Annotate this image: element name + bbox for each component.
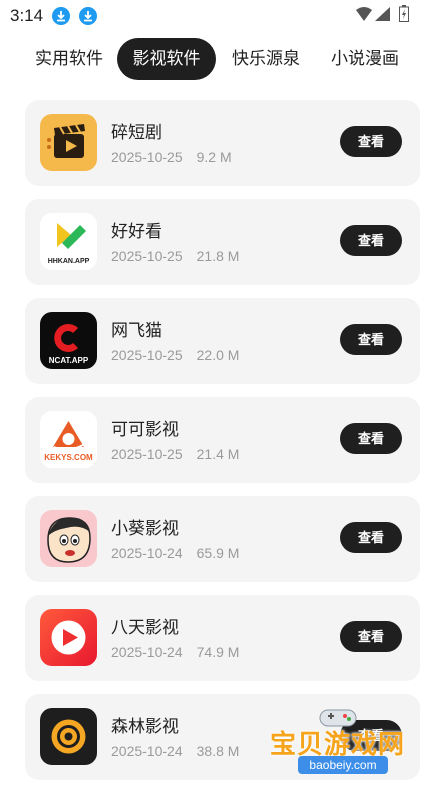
app-size: 21.4 M (196, 446, 240, 462)
download-icon (79, 7, 97, 25)
app-card[interactable]: NCAT.APP 网飞猫 2025-10-25 22.0 M 查看 (25, 298, 420, 384)
app-card[interactable]: HHKAN.APP 好好看 2025-10-25 21.8 M 查看 (25, 199, 420, 285)
app-meta: 2025-10-25 9.2 M (111, 149, 232, 165)
app-card[interactable]: 小葵影视 2025-10-24 65.9 M 查看 (25, 496, 420, 582)
clapperboard-play-icon (40, 114, 97, 171)
app-name: 碎短剧 (111, 123, 162, 142)
watermark-url: baobeiy.com (298, 756, 388, 774)
app-name: 可可影视 (111, 420, 179, 439)
hhkan-logo-icon: HHKAN.APP (40, 213, 97, 270)
wifi-icon (356, 7, 372, 21)
icon-text: NCAT.APP (49, 356, 89, 365)
tab-video-software[interactable]: 影视软件 (117, 38, 216, 80)
category-tabs: 实用软件 影视软件 快乐源泉 小说漫画 (0, 38, 445, 82)
app-size: 22.0 M (196, 347, 240, 363)
tab-novel-comics[interactable]: 小说漫画 (322, 38, 408, 80)
app-meta: 2025-10-24 65.9 M (111, 545, 239, 561)
view-button[interactable]: 查看 (340, 522, 402, 553)
app-size: 9.2 M (196, 149, 232, 165)
app-meta: 2025-10-24 38.8 M (111, 743, 239, 759)
view-button[interactable]: 查看 (340, 225, 402, 256)
site-watermark: 宝贝游戏网 baobeiy.com (270, 706, 415, 786)
app-date: 2025-10-25 (111, 248, 183, 264)
tab-utility-software[interactable]: 实用软件 (25, 38, 113, 80)
ncat-logo-icon: NCAT.APP (40, 312, 97, 369)
download-icon (52, 7, 70, 25)
status-time: 3:14 (10, 6, 44, 25)
app-card[interactable]: KEKYS.COM 可可影视 2025-10-25 21.4 M 查看 (25, 397, 420, 483)
app-name: 森林影视 (111, 717, 179, 736)
battery-icon (399, 5, 409, 22)
app-card[interactable]: 八天影视 2025-10-24 74.9 M 查看 (25, 595, 420, 681)
app-date: 2025-10-25 (111, 149, 183, 165)
app-date: 2025-10-24 (111, 545, 183, 561)
tab-happy-source[interactable]: 快乐源泉 (224, 38, 308, 80)
app-date: 2025-10-25 (111, 446, 183, 462)
app-name: 小葵影视 (111, 519, 179, 538)
app-date: 2025-10-25 (111, 347, 183, 363)
kekys-logo-icon: KEKYS.COM (40, 411, 97, 468)
app-size: 74.9 M (196, 644, 240, 660)
app-size: 21.8 M (196, 248, 240, 264)
app-meta: 2025-10-24 74.9 M (111, 644, 239, 660)
app-name: 好好看 (111, 222, 162, 241)
app-meta: 2025-10-25 21.8 M (111, 248, 239, 264)
view-button[interactable]: 查看 (340, 324, 402, 355)
app-meta: 2025-10-25 21.4 M (111, 446, 239, 462)
view-button[interactable]: 查看 (340, 423, 402, 454)
orange-circle-icon (40, 708, 97, 765)
app-size: 65.9 M (196, 545, 240, 561)
icon-text: KEKYS.COM (44, 453, 93, 462)
app-date: 2025-10-24 (111, 644, 183, 660)
app-name: 网飞猫 (111, 321, 162, 340)
status-bar: 3:14 (0, 0, 445, 32)
app-size: 38.8 M (196, 743, 240, 759)
app-date: 2025-10-24 (111, 743, 183, 759)
red-play-icon (40, 609, 97, 666)
app-card[interactable]: 碎短剧 2025-10-25 9.2 M 查看 (25, 100, 420, 186)
view-button[interactable]: 查看 (340, 126, 402, 157)
app-meta: 2025-10-25 22.0 M (111, 347, 239, 363)
cartoon-boy-icon (40, 510, 97, 567)
icon-text: HHKAN.APP (48, 258, 90, 265)
view-button[interactable]: 查看 (340, 621, 402, 652)
app-name: 八天影视 (111, 618, 179, 637)
cell-signal-icon (375, 7, 390, 21)
